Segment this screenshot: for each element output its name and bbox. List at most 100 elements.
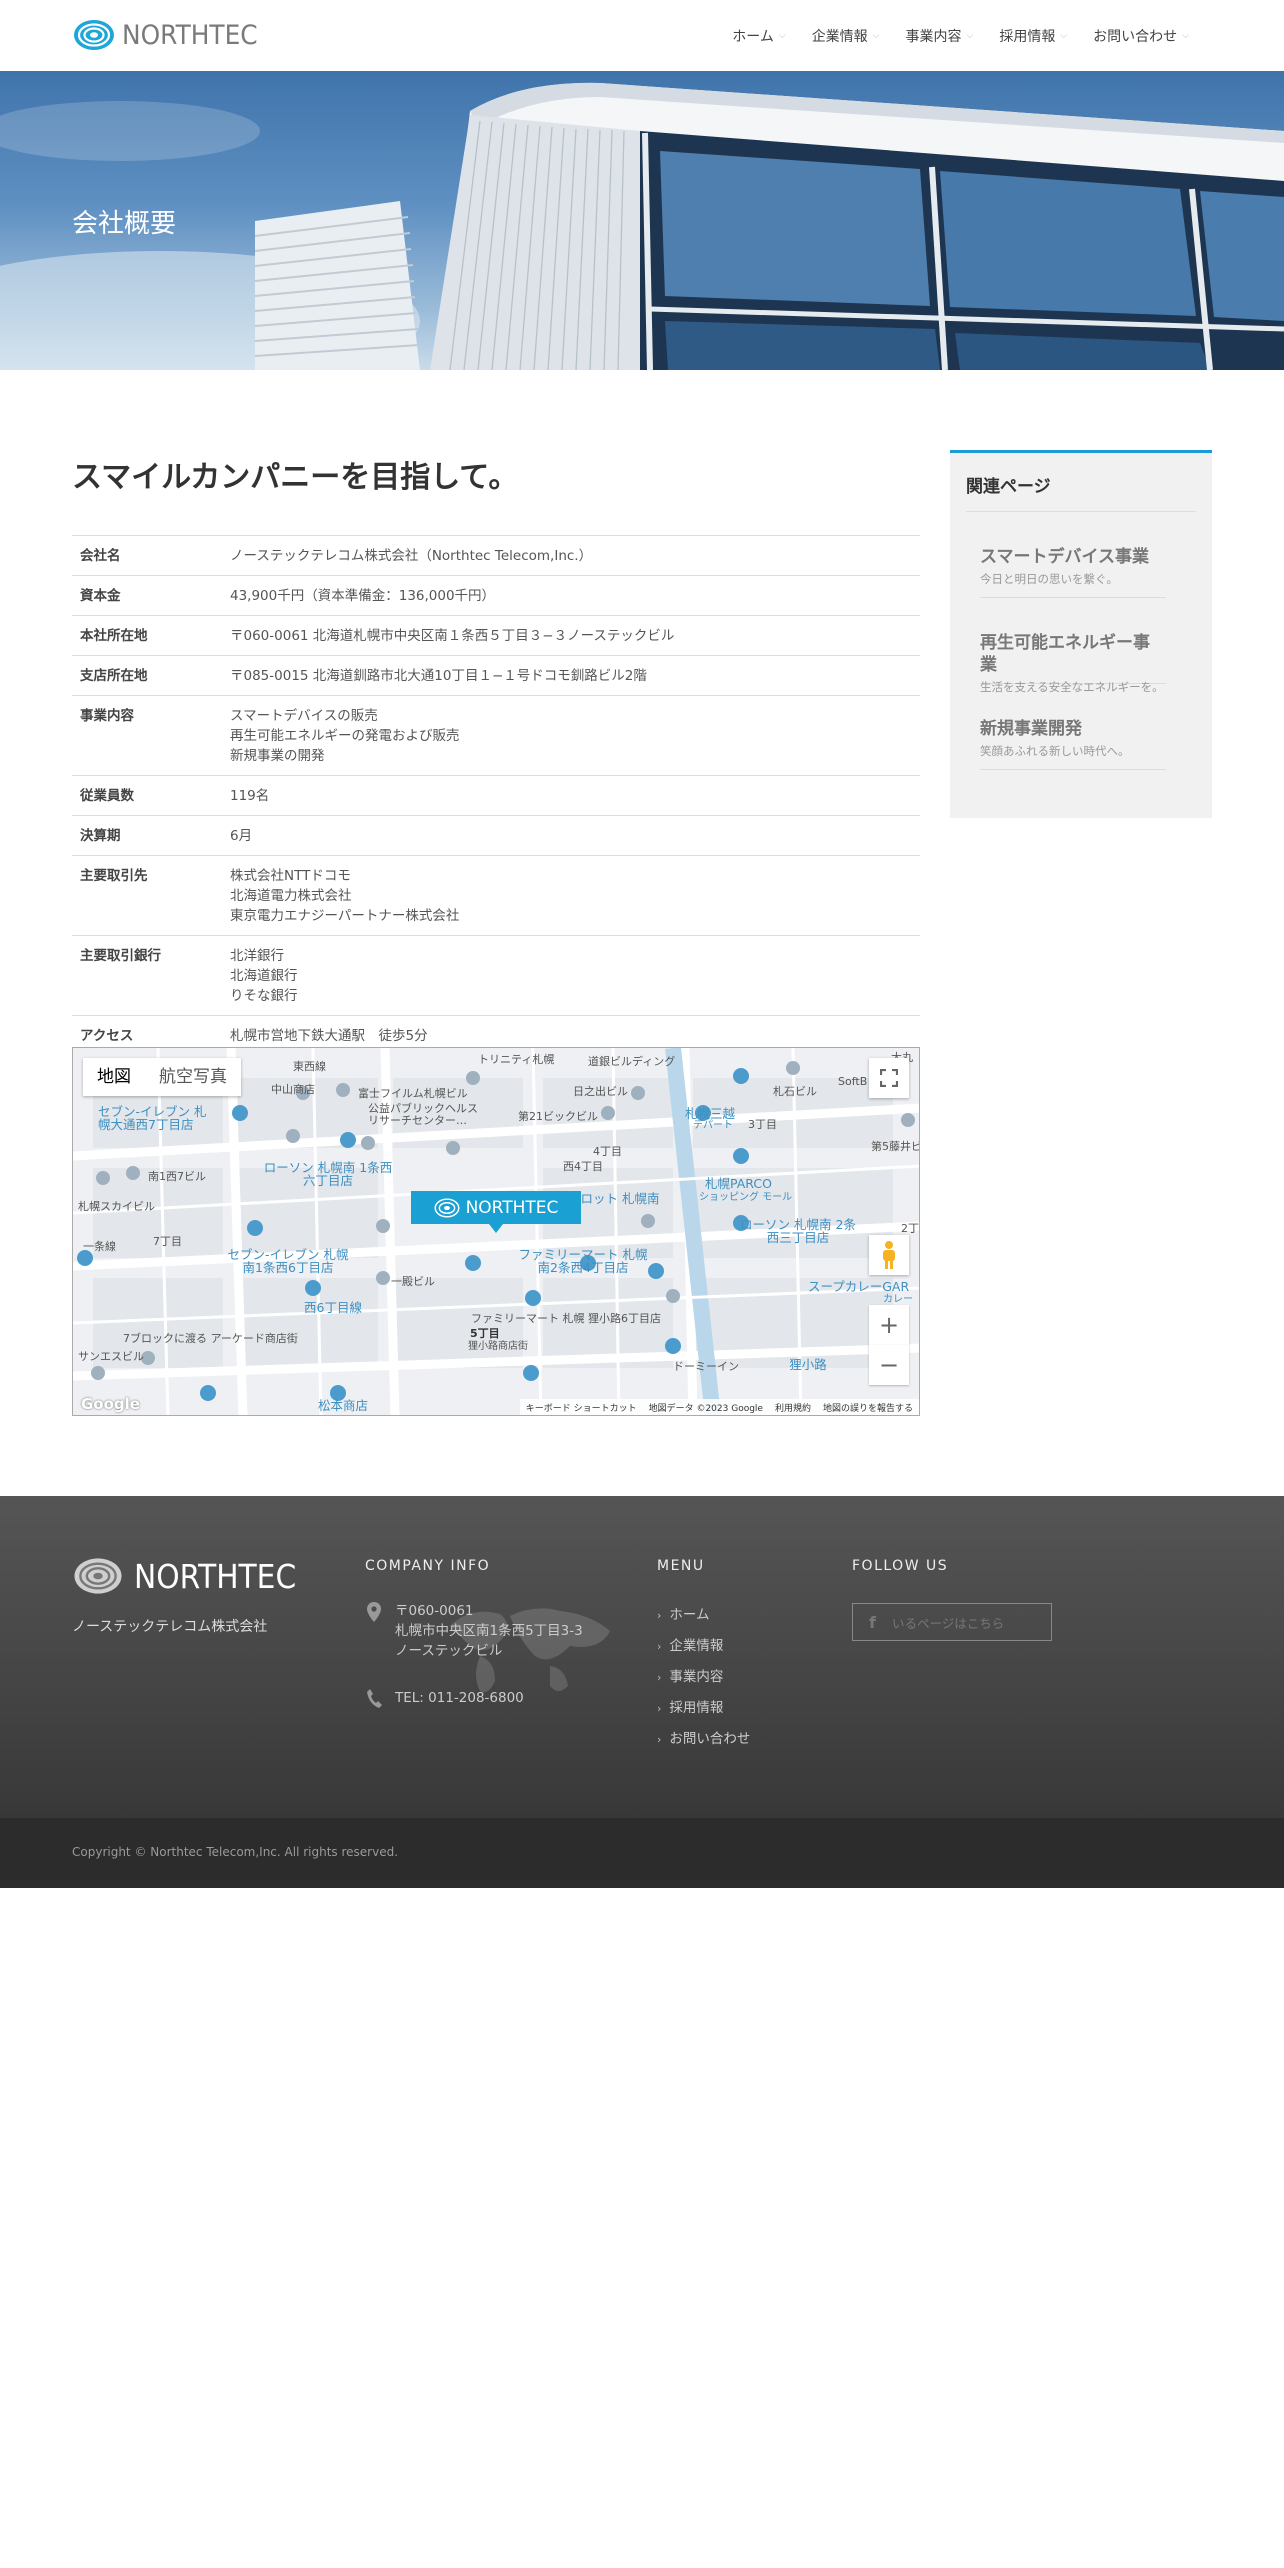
nav-recruit[interactable]: 採用情報 ⌵: [999, 26, 1067, 46]
nav-company[interactable]: 企業情報 ⌵: [812, 26, 880, 46]
sidebar-title: 関連ページ: [966, 477, 1051, 497]
table-value: 株式会社NTTドコモ 北海道電力株式会社 東京電力エナジーパートナー株式会社: [222, 855, 920, 936]
report-error-link[interactable]: 地図の誤りを報告する: [823, 1401, 913, 1414]
google-map[interactable]: トリニティ札幌 道銀ビルディング 大丸 東西線 中山商店 富士フイルム札幌ビル …: [72, 1047, 920, 1416]
company-map-marker[interactable]: NORTHTEC: [411, 1191, 581, 1233]
keyboard-shortcuts-link[interactable]: キーボード ショートカット: [526, 1401, 637, 1414]
table-row: 従業員数 119名: [72, 775, 920, 816]
map-label: ローソン 札幌南 2条西三丁目店: [740, 1217, 856, 1245]
sidebar-item-sub: 生活を支える安全なエネルギーを。: [980, 680, 1164, 694]
facebook-label: いるページはこちら: [891, 1615, 1005, 1631]
table-key: 支店所在地: [72, 655, 222, 696]
map-label: 富士フイルム札幌ビル: [358, 1087, 468, 1100]
sidebar-item-title: 再生可能エネルギー事業: [980, 633, 1150, 675]
footer-menu: › ホーム › 企業情報 › 事業内容 › 採用情報 › お問い合わせ: [657, 1600, 750, 1755]
street-view-pegman[interactable]: [869, 1235, 909, 1275]
facebook-button[interactable]: f いるページはこちら: [852, 1603, 1052, 1641]
footer-link-contact[interactable]: › お問い合わせ: [657, 1724, 750, 1755]
map-label: 狸小路: [789, 1357, 827, 1372]
footer-link-business[interactable]: › 事業内容: [657, 1662, 750, 1693]
map-label: 中山商店: [271, 1083, 315, 1096]
chevron-down-icon: ⌵: [966, 31, 974, 41]
table-row: 主要取引銀行 北洋銀行 北海道銀行 りそな銀行: [72, 935, 920, 1016]
map-type-control: 地図 航空写真: [83, 1058, 241, 1096]
table-key: 資本金: [72, 575, 222, 616]
chevron-right-icon: ›: [657, 1640, 662, 1653]
table-value: 〒060-0061 北海道札幌市中央区南１条西５丁目３−３ノーステックビル: [222, 615, 920, 656]
footer-link-label: ホーム: [669, 1607, 710, 1623]
terms-link[interactable]: 利用規約: [775, 1401, 811, 1414]
fullscreen-button[interactable]: [869, 1058, 909, 1098]
marker-label: NORTHTEC: [465, 1197, 559, 1218]
footer-tel[interactable]: TEL: 011-208-6800: [395, 1688, 524, 1708]
map-label: 4丁目: [593, 1145, 622, 1158]
value-line: スマートデバイスの販売: [230, 708, 378, 724]
divider: [966, 511, 1196, 512]
map-tab-map[interactable]: 地図: [83, 1058, 145, 1096]
phone-icon: [367, 1689, 382, 1708]
site-logo[interactable]: NORTHTEC: [72, 18, 269, 52]
map-label: トリニティ札幌: [478, 1053, 555, 1066]
map-label: 7ブロックに渡る アーケード商店街: [123, 1332, 298, 1345]
zoom-in-button[interactable]: +: [869, 1305, 909, 1345]
footer-company-name: ノーステックテレコム株式会社: [72, 1619, 268, 1635]
footer-link-recruit[interactable]: › 採用情報: [657, 1693, 750, 1724]
map-label: カレー: [883, 1294, 913, 1305]
table-value: 119名: [222, 775, 920, 816]
map-label: 一条線: [83, 1240, 116, 1253]
main-heading: スマイルカンパニーを目指して。: [72, 460, 519, 495]
value-line: 株式会社NTTドコモ: [230, 868, 351, 884]
footer-logo[interactable]: NORTHTEC: [72, 1556, 314, 1596]
map-label: SoftB: [838, 1075, 868, 1088]
value-line: りそな銀行: [230, 988, 298, 1004]
logo-swirl-icon: [74, 1558, 122, 1594]
table-value: 6月: [222, 815, 920, 856]
map-label: デパート: [693, 1120, 733, 1131]
map-label: ローソン 札幌南 1条西六丁目店: [263, 1160, 393, 1188]
value-line: 北海道銀行: [230, 968, 298, 984]
map-attribution: キーボード ショートカット 地図データ ©2023 Google 利用規約 地図…: [519, 1399, 919, 1415]
nav-contact[interactable]: お問い合わせ ⌵: [1093, 26, 1189, 46]
nav-label: 採用情報: [999, 29, 1056, 45]
footer-link-home[interactable]: › ホーム: [657, 1600, 750, 1631]
chevron-right-icon: ›: [657, 1609, 662, 1622]
zoom-out-button[interactable]: −: [869, 1345, 909, 1385]
table-row: 会社名 ノーステックテレコム株式会社（Northtec Telecom,Inc.）: [72, 535, 920, 576]
follow-us-heading: FOLLOW US: [852, 1558, 949, 1574]
footer-link-label: 企業情報: [669, 1638, 724, 1654]
sidebar-item-new-business[interactable]: 新規事業開発 笑顔あふれる新しい時代へ。: [980, 718, 1166, 770]
related-pages-sidebar: 関連ページ スマートデバイス事業 今日と明日の思いを繋ぐ。 再生可能エネルギー事…: [950, 450, 1212, 818]
sidebar-item-renewable[interactable]: 再生可能エネルギー事業 生活を支える安全なエネルギーを。: [980, 632, 1166, 694]
fullscreen-icon: [880, 1069, 898, 1087]
map-label: 道銀ビルディング: [588, 1055, 676, 1068]
map-label: 日之出ビル: [573, 1085, 628, 1098]
sidebar-item-smart-device[interactable]: スマートデバイス事業 今日と明日の思いを繋ぐ。: [980, 546, 1166, 598]
nav-business[interactable]: 事業内容 ⌵: [906, 26, 974, 46]
table-key: 主要取引先: [72, 855, 222, 936]
sidebar-item-title: 新規事業開発: [980, 719, 1082, 739]
nav-label: 企業情報: [811, 29, 868, 45]
sidebar-item-sub: 今日と明日の思いを繋ぐ。: [980, 572, 1118, 586]
chevron-down-icon: ⌵: [778, 31, 786, 41]
table-value: 43,900千円（資本準備金：136,000千円）: [222, 575, 920, 616]
value-line: 東京電力エナジーパートナー株式会社: [230, 908, 460, 924]
value-line: 新規事業の開発: [230, 748, 325, 764]
nav-home[interactable]: ホーム ⌵: [732, 26, 785, 46]
table-row: 主要取引先 株式会社NTTドコモ 北海道電力株式会社 東京電力エナジーパートナー株式会…: [72, 855, 920, 936]
site-footer: NORTHTEC ノーステックテレコム株式会社 COMPANY INFO 〒06…: [0, 1496, 1284, 1818]
map-label: 松本商店: [318, 1398, 369, 1413]
footer-link-company[interactable]: › 企業情報: [657, 1631, 750, 1662]
map-tab-satellite[interactable]: 航空写真: [145, 1058, 241, 1096]
table-key: 決算期: [72, 815, 222, 856]
table-value: スマートデバイスの販売再生可能エネルギーの発電および販売 新規事業の開発: [222, 695, 920, 776]
logo-swirl-icon: [434, 1197, 460, 1218]
site-header: NORTHTEC ホーム ⌵ 企業情報 ⌵ 事業内容 ⌵ 採用情報 ⌵ お問い合わせ ⌵: [0, 0, 1284, 71]
chevron-down-icon: ⌵: [1060, 31, 1068, 41]
chevron-down-icon: ⌵: [872, 31, 880, 41]
map-label: 狸小路商店街: [468, 1341, 528, 1352]
location-pin-icon: [367, 1602, 381, 1622]
table-key: 事業内容: [72, 695, 222, 776]
footer-logo-text: NORTHTEC: [134, 1556, 297, 1596]
value-line: 再生可能エネルギーの発電および販売: [230, 728, 460, 744]
footer-address: 〒060-0061 札幌市中央区南1条西5丁目3-3 ノーステックビル: [395, 1601, 583, 1661]
